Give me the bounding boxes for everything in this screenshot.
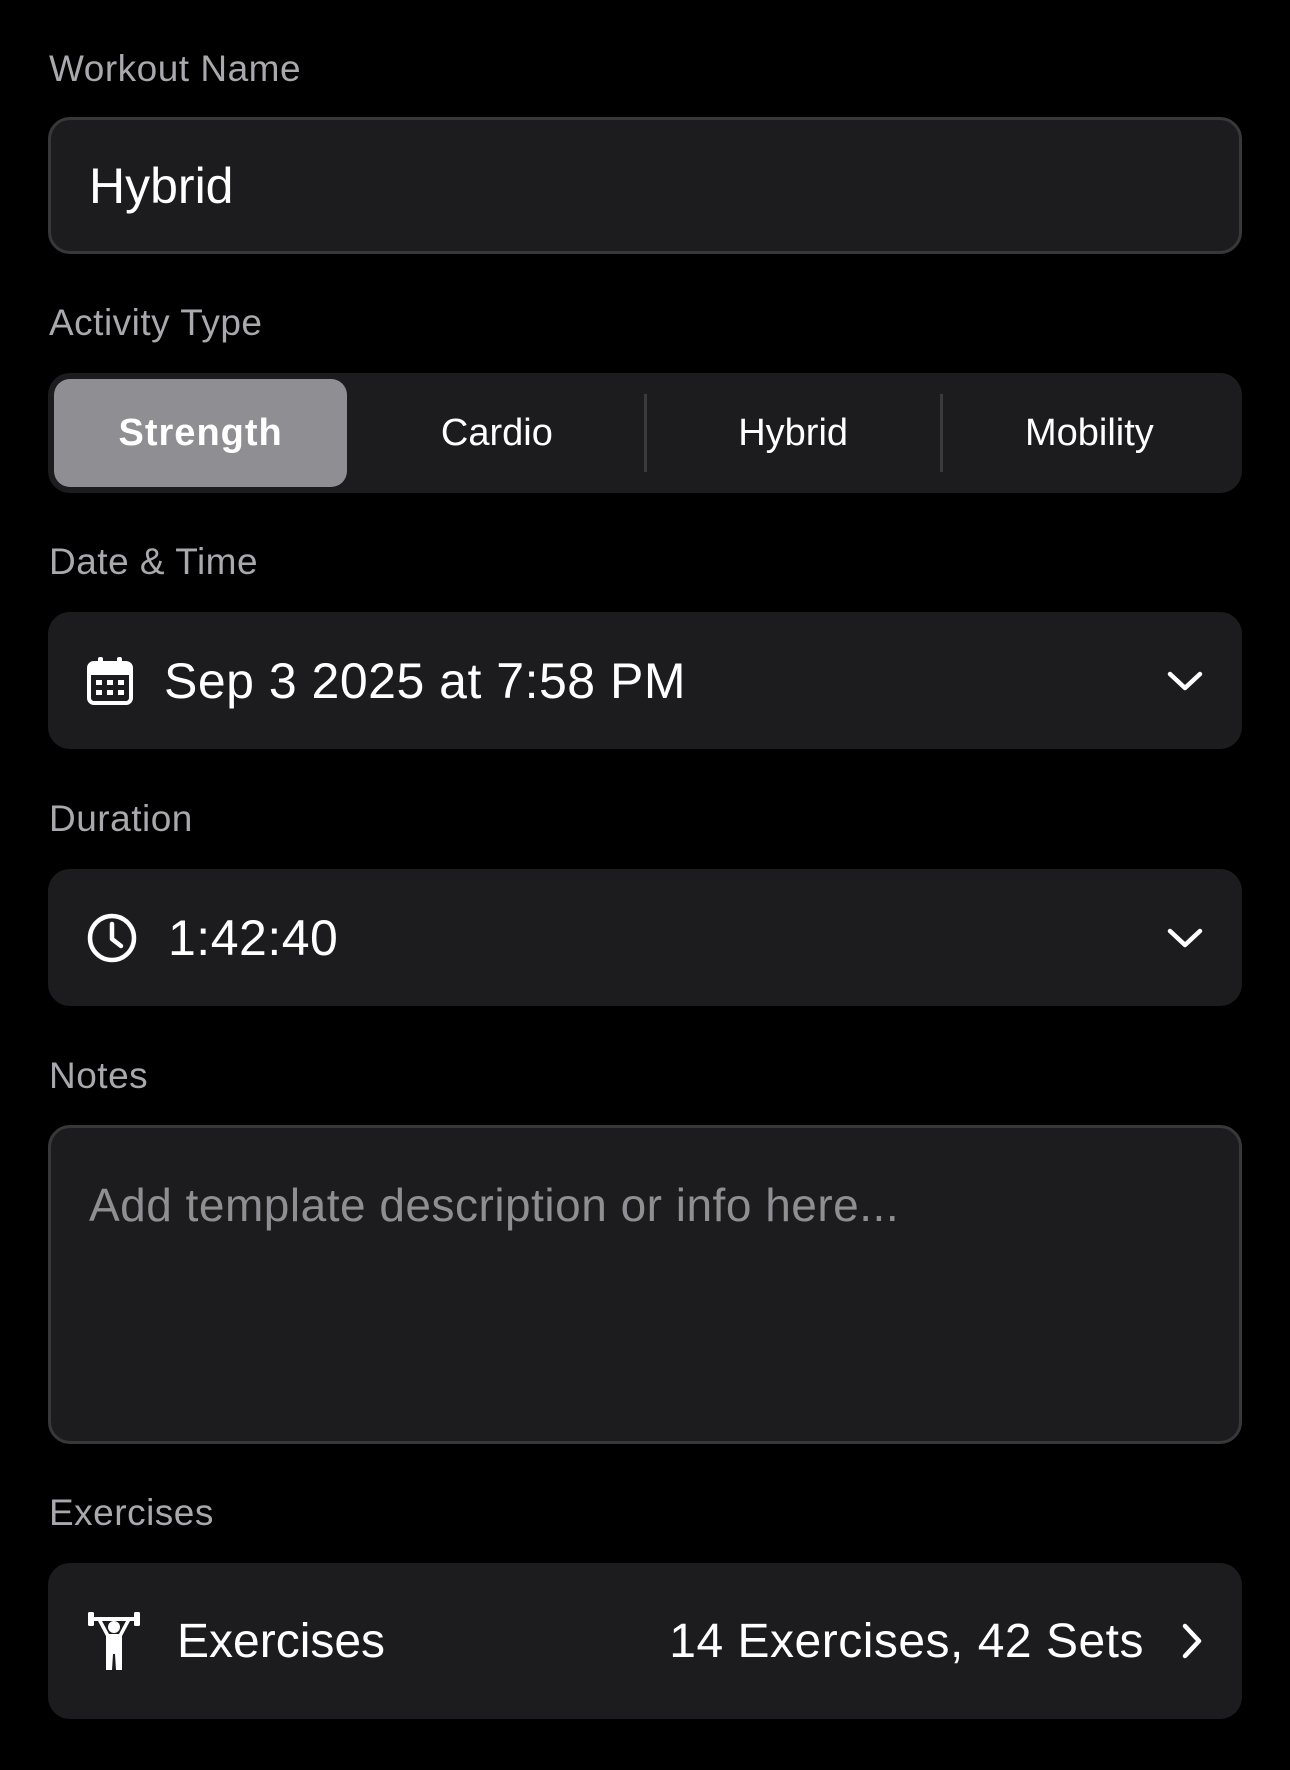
chevron-down-icon — [1166, 669, 1204, 693]
duration-value: 1:42:40 — [168, 909, 339, 966]
date-time-picker[interactable]: Sep 3 2025 at 7:58 PM — [48, 612, 1242, 749]
date-time-label: Date & Time — [49, 541, 259, 582]
notes-placeholder: Add template description or info here... — [89, 1179, 900, 1231]
segment-cardio[interactable]: Cardio — [350, 379, 643, 487]
exercises-summary: 14 Exercises, 42 Sets — [669, 1614, 1144, 1668]
segment-hybrid[interactable]: Hybrid — [647, 379, 940, 487]
calendar-icon — [86, 656, 134, 706]
exercises-row-title: Exercises — [177, 1614, 386, 1668]
clock-icon — [86, 912, 138, 964]
notes-textarea[interactable]: Add template description or info here... — [48, 1125, 1242, 1444]
notes-label: Notes — [49, 1055, 149, 1096]
duration-label: Duration — [49, 798, 193, 839]
chevron-down-icon — [1166, 926, 1204, 950]
workout-name-input[interactable]: Hybrid — [48, 117, 1242, 254]
segment-strength[interactable]: Strength — [54, 379, 348, 487]
segment-mobility[interactable]: Mobility — [943, 379, 1236, 487]
exercises-row[interactable]: Exercises 14 Exercises, 42 Sets — [48, 1563, 1242, 1719]
weightlifter-icon — [86, 1610, 142, 1672]
date-time-value: Sep 3 2025 at 7:58 PM — [164, 652, 686, 709]
chevron-right-icon — [1180, 1622, 1204, 1660]
exercises-label: Exercises — [49, 1492, 214, 1533]
workout-name-label: Workout Name — [49, 48, 302, 89]
activity-type-label: Activity Type — [49, 302, 263, 343]
duration-picker[interactable]: 1:42:40 — [48, 869, 1242, 1006]
workout-name-value: Hybrid — [89, 157, 234, 214]
activity-type-segmented-control: Strength Cardio Hybrid Mobility — [48, 373, 1242, 493]
